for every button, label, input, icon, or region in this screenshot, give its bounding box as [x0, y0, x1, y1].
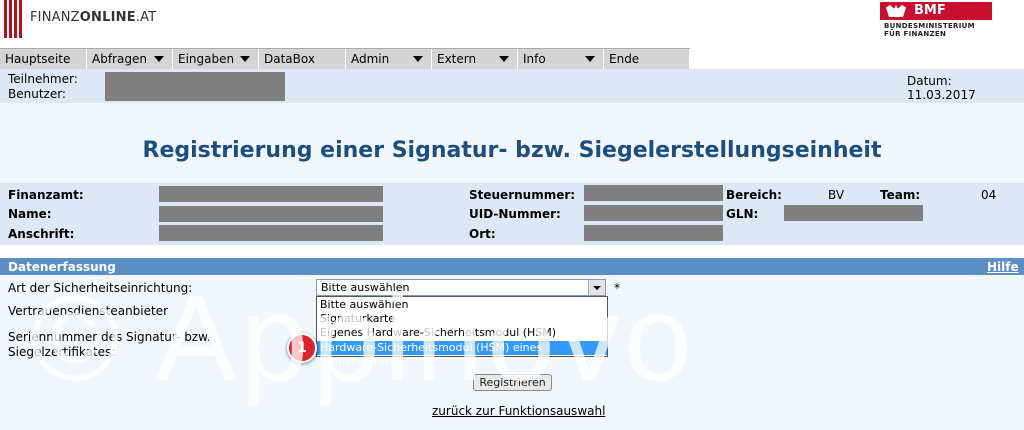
sicherheitseinrichtung-select[interactable]: Bitte auswählen [316, 279, 606, 296]
bmf-short: BMF [914, 3, 946, 18]
menu-label: Eingaben [178, 52, 235, 66]
bereich-value: BV [828, 188, 845, 202]
redacted-anschrift [159, 225, 383, 241]
bmf-full-name: BUNDESMINISTERIUM FÜR FINANZEN [884, 22, 975, 38]
redacted-finanzamt [159, 186, 383, 202]
redacted-uid [584, 205, 723, 221]
menu-databox[interactable]: DataBox [259, 49, 346, 69]
dropdown-arrow-icon [154, 56, 164, 62]
dropdown-arrow-icon [585, 56, 595, 62]
anschrift-label: Anschrift: [8, 227, 75, 241]
bmf-line1: BUNDESMINISTERIUM [884, 22, 975, 30]
menu-admin[interactable]: Admin [346, 49, 432, 69]
menu-extern[interactable]: Extern [432, 49, 518, 69]
select-dropdown-button[interactable] [588, 280, 605, 295]
finanzonline-logo-mark [4, 0, 26, 38]
datum-label: Datum: [907, 74, 952, 88]
name-label: Name: [8, 207, 52, 221]
back-to-functions-link[interactable]: zurück zur Funktionsauswahl [432, 404, 605, 418]
bmf-logo: BMF BUNDESMINISTERIUM FÜR FINANZEN [880, 2, 992, 38]
eagle-icon [886, 5, 906, 17]
redacted-ort [584, 225, 723, 241]
logo-brand-bold: ONLINE [79, 10, 136, 25]
option-hsm-dienstleister[interactable]: Hardware-Sicherheitsmodul (HSM) eines Di… [317, 341, 607, 368]
menu-hauptseite[interactable]: Hauptseite [0, 49, 87, 69]
steuernummer-label: Steuernummer: [469, 188, 576, 202]
team-value: 04 [981, 188, 997, 202]
bmf-logo-box: BMF [880, 2, 992, 20]
required-marker: * [614, 281, 620, 295]
ort-label: Ort: [469, 227, 496, 241]
chevron-down-icon [593, 286, 601, 290]
uid-label: UID-Nummer: [469, 207, 561, 221]
section-title: Datenerfassung [8, 260, 116, 274]
seriennummer-label-line2: Siegelzertifikates: [8, 345, 116, 359]
registrieren-button[interactable]: Registrieren [473, 374, 552, 391]
menu-label: DataBox [264, 52, 315, 66]
sicherheitseinrichtung-label: Art der Sicherheitseinrichtung: [8, 281, 193, 295]
menu-label: Info [523, 52, 546, 66]
seriennummer-label-line1: Seriennummer des Signatur- bzw. [8, 330, 211, 344]
menu-info[interactable]: Info [518, 49, 604, 69]
menu-label: Extern [437, 52, 477, 66]
gln-label: GLN: [726, 207, 759, 221]
select-options-list: Bitte auswählen Signaturkarte Eigenes Ha… [316, 296, 608, 368]
menu-label: Hauptseite [5, 52, 71, 66]
help-link[interactable]: Hilfe [987, 260, 1019, 274]
finanzonline-logo: FINANZONLINE.AT [30, 10, 156, 25]
redacted-user-info [105, 72, 285, 101]
option-bitte-auswaehlen[interactable]: Bitte auswählen [317, 298, 607, 312]
menu-ende[interactable]: Ende [604, 49, 690, 69]
finanzamt-label: Finanzamt: [8, 188, 84, 202]
option-signaturkarte[interactable]: Signaturkarte [317, 312, 607, 326]
menu-label: Ende [609, 52, 640, 66]
dropdown-arrow-icon [499, 56, 509, 62]
logo-brand-regular: FINANZ [30, 10, 80, 25]
datum-display: Datum: 11.03.2017 [907, 74, 1024, 102]
redacted-name [159, 206, 383, 222]
bereich-label: Bereich: [726, 188, 782, 202]
datum-value: 11.03.2017 [907, 88, 976, 102]
redacted-gln [784, 205, 923, 221]
main-menu-bar: Hauptseite Abfragen Eingaben DataBox Adm… [0, 48, 690, 70]
bmf-line2: FÜR FINANZEN [884, 30, 947, 38]
page-title: Registrierung einer Signatur- bzw. Siege… [142, 138, 882, 163]
select-current-value: Bitte auswählen [321, 281, 410, 294]
vertrauensdiensteanbieter-label: Vertrauensdiensteanbieter [8, 304, 169, 318]
menu-label: Abfragen [92, 52, 147, 66]
option-eigenes-hsm[interactable]: Eigenes Hardware-Sicherheitsmodul (HSM) [317, 326, 607, 340]
teilnehmer-label: Teilnehmer: [8, 72, 78, 86]
step-badge: 1 [287, 333, 317, 363]
redacted-steuernummer [584, 185, 723, 201]
team-label: Team: [880, 188, 921, 202]
benutzer-label: Benutzer: [8, 87, 66, 101]
menu-eingaben[interactable]: Eingaben [173, 49, 259, 69]
menu-label: Admin [351, 52, 390, 66]
menu-abfragen[interactable]: Abfragen [87, 49, 173, 69]
dropdown-arrow-icon [413, 56, 423, 62]
logo-brand-suffix: .AT [135, 10, 157, 25]
dropdown-arrow-icon [240, 56, 250, 62]
section-header-bar [0, 258, 1024, 275]
